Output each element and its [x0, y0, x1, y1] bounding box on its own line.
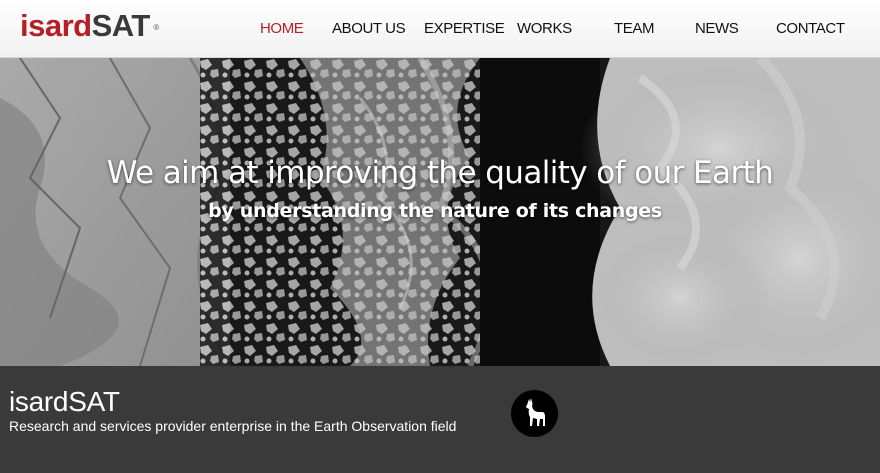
company-name: isardSAT [9, 386, 120, 417]
chamois-icon [511, 390, 558, 437]
nav-item-home[interactable]: HOME [260, 20, 304, 37]
main-nav: HOME ABOUT US EXPERTISE WORKS TEAM NEWS … [0, 20, 880, 40]
nav-item-works[interactable]: WORKS [517, 20, 572, 37]
nav-item-team[interactable]: TEAM [614, 20, 654, 37]
hero-subtitle: by understanding the nature of its chang… [208, 200, 662, 222]
hero-title: We aim at improving the quality of our E… [106, 155, 774, 191]
company-description: Research and services provider enterpris… [9, 418, 457, 434]
site-header: isardSAT ® HOME ABOUT US EXPERTISE WORKS … [0, 0, 880, 58]
nav-item-contact[interactable]: CONTACT [776, 20, 845, 37]
hero-banner: We aim at improving the quality of our E… [0, 58, 880, 366]
company-intro-band: isardSAT Research and services provider … [0, 366, 880, 473]
nav-item-about-us[interactable]: ABOUT US [332, 20, 406, 37]
nav-item-expertise[interactable]: EXPERTISE [424, 20, 505, 37]
nav-item-news[interactable]: NEWS [695, 20, 739, 37]
